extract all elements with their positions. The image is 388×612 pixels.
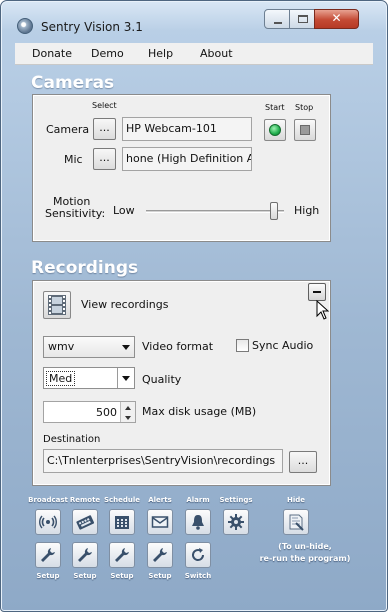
stop-icon bbox=[300, 125, 310, 135]
camera-select-button[interactable]: ... bbox=[93, 118, 116, 140]
close-button[interactable]: ✕ bbox=[314, 9, 359, 29]
video-format-select[interactable]: wmv bbox=[43, 336, 135, 358]
alerts-label: Alerts bbox=[148, 496, 172, 504]
remote-label: Remote bbox=[69, 496, 101, 504]
sync-audio-checkbox[interactable] bbox=[236, 339, 249, 352]
sensitivity-slider-thumb[interactable] bbox=[270, 202, 279, 220]
camera-field[interactable]: HP Webcam-101 bbox=[122, 117, 252, 141]
hide-note-line2: re-run the program) bbox=[259, 554, 351, 563]
setup-label: Setup bbox=[73, 572, 97, 580]
maximize-button[interactable] bbox=[289, 9, 315, 29]
menu-donate[interactable]: Donate bbox=[32, 47, 72, 60]
mic-select-button[interactable]: ... bbox=[93, 148, 116, 170]
gear-icon bbox=[228, 514, 244, 530]
collapse-button[interactable] bbox=[308, 283, 326, 301]
hide-note-line1: (To un-hide, bbox=[278, 542, 332, 551]
wrench-icon bbox=[153, 548, 167, 562]
schedule-label: Schedule bbox=[103, 496, 141, 504]
video-format-label: Video format bbox=[142, 340, 214, 353]
recordings-panel: View recordings wmv Video format Sync Au… bbox=[32, 280, 331, 486]
sync-audio-label[interactable]: Sync Audio bbox=[252, 339, 313, 352]
mouse-cursor-icon bbox=[316, 299, 330, 320]
low-label: Low bbox=[113, 204, 135, 217]
sensitivity-slider-track[interactable] bbox=[146, 210, 284, 213]
window-title: Sentry Vision 3.1 bbox=[41, 20, 143, 34]
schedule-button[interactable] bbox=[109, 509, 135, 535]
broadcast-label: Broadcast bbox=[28, 496, 68, 504]
broadcast-icon bbox=[39, 515, 57, 529]
setup-label: Setup bbox=[110, 572, 134, 580]
title-bar[interactable]: Sentry Vision 3.1 ✕ bbox=[1, 1, 387, 37]
minimize-icon bbox=[274, 22, 282, 24]
setup-label: Setup bbox=[36, 572, 60, 580]
recordings-heading: Recordings bbox=[31, 258, 139, 278]
keyboard-icon bbox=[76, 515, 94, 530]
start-icon bbox=[269, 124, 281, 136]
wrench-icon bbox=[78, 548, 92, 562]
settings-button[interactable] bbox=[223, 509, 249, 535]
maximize-icon bbox=[298, 15, 308, 23]
video-format-value: wmv bbox=[48, 340, 75, 353]
start-button[interactable] bbox=[264, 119, 286, 141]
max-disk-value: 500 bbox=[96, 406, 117, 419]
calendar-icon bbox=[115, 516, 129, 529]
motion-label-line2: Sensitivity: bbox=[45, 207, 106, 220]
broadcast-button[interactable] bbox=[35, 509, 61, 535]
alerts-setup-button[interactable] bbox=[147, 542, 173, 568]
mic-label: Mic bbox=[64, 153, 83, 166]
max-disk-stepper[interactable]: 500 bbox=[43, 401, 136, 423]
settings-label: Settings bbox=[219, 496, 253, 504]
menu-help[interactable]: Help bbox=[148, 47, 173, 60]
mic-field[interactable]: hone (High Definition Aud bbox=[122, 147, 252, 171]
envelope-icon bbox=[151, 516, 169, 528]
minimize-button[interactable] bbox=[264, 9, 290, 29]
cameras-panel: Select Start Stop Camera ... HP Webcam-1… bbox=[32, 94, 331, 242]
wrench-icon bbox=[115, 548, 129, 562]
bell-icon bbox=[192, 515, 204, 530]
quality-label: Quality bbox=[142, 373, 182, 386]
refresh-icon bbox=[192, 548, 205, 561]
quality-select[interactable]: Med bbox=[43, 367, 135, 389]
camera-label: Camera bbox=[46, 123, 90, 136]
stop-header: Stop bbox=[295, 103, 314, 112]
schedule-setup-button[interactable] bbox=[109, 542, 135, 568]
hide-note: (To un-hide, re-run the program) bbox=[249, 541, 361, 565]
alerts-button[interactable] bbox=[147, 509, 173, 535]
chevron-up-icon[interactable] bbox=[125, 406, 131, 410]
high-label: High bbox=[294, 204, 320, 217]
hide-label: Hide bbox=[286, 496, 306, 504]
close-icon: ✕ bbox=[331, 11, 342, 25]
setup-label: Setup bbox=[148, 572, 172, 580]
hide-window-icon bbox=[289, 514, 304, 531]
wrench-icon bbox=[41, 548, 55, 562]
minus-icon bbox=[313, 291, 321, 293]
camera-lens-icon bbox=[17, 18, 33, 34]
menu-bar: Donate Demo Help About bbox=[15, 43, 373, 65]
remote-button[interactable] bbox=[72, 509, 98, 535]
view-recordings-label[interactable]: View recordings bbox=[81, 298, 168, 311]
film-icon[interactable] bbox=[43, 291, 71, 319]
chevron-down-icon bbox=[122, 376, 130, 381]
alarm-button[interactable] bbox=[185, 509, 211, 535]
remote-setup-button[interactable] bbox=[72, 542, 98, 568]
alarm-label: Alarm bbox=[186, 496, 210, 504]
cameras-heading: Cameras bbox=[31, 73, 115, 93]
destination-label: Destination bbox=[43, 434, 101, 445]
select-header: Select bbox=[92, 101, 117, 110]
start-header: Start bbox=[265, 103, 285, 112]
menu-about[interactable]: About bbox=[200, 47, 233, 60]
chevron-down-icon bbox=[122, 345, 130, 350]
destination-browse-button[interactable]: ... bbox=[289, 451, 317, 473]
chevron-down-icon[interactable] bbox=[125, 416, 131, 420]
broadcast-setup-button[interactable] bbox=[35, 542, 61, 568]
hide-button[interactable] bbox=[283, 509, 309, 535]
destination-field[interactable]: C:\Tnlenterprises\SentryVision\recording… bbox=[43, 449, 283, 473]
max-disk-label: Max disk usage (MB) bbox=[142, 405, 257, 418]
app-window: Sentry Vision 3.1 ✕ Donate Demo Help Abo… bbox=[0, 0, 388, 612]
alarm-switch-button[interactable] bbox=[185, 542, 211, 568]
quality-value: Med bbox=[46, 371, 76, 386]
switch-label: Switch bbox=[184, 572, 212, 580]
stop-button[interactable] bbox=[294, 119, 316, 141]
menu-demo[interactable]: Demo bbox=[91, 47, 124, 60]
